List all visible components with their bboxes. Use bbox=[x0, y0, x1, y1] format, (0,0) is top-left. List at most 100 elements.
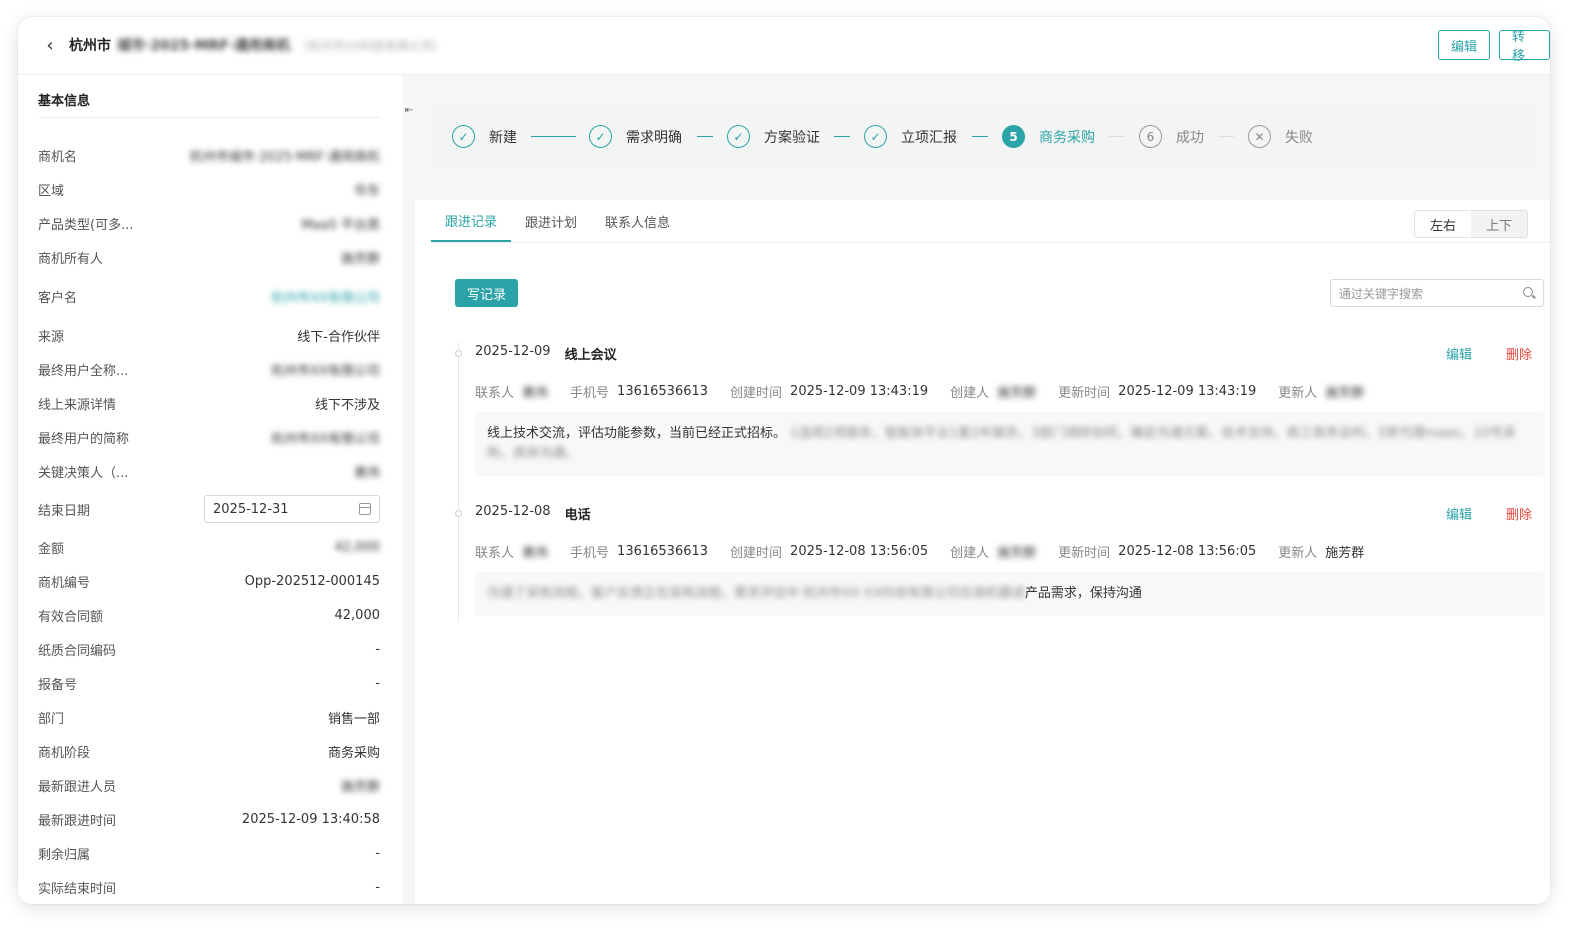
tab-contact-info[interactable]: 联系人信息 bbox=[591, 200, 684, 242]
info-row: 关键决策人（... 黄伟 bbox=[38, 459, 380, 483]
info-label: 客户名 bbox=[38, 290, 78, 306]
step-2[interactable]: ✓ 需求明确 bbox=[589, 125, 682, 148]
step-label: 新建 bbox=[489, 129, 517, 146]
step-1[interactable]: ✓ 新建 bbox=[452, 125, 517, 148]
info-value[interactable]: 杭州市XX有限公司 bbox=[271, 287, 380, 306]
info-value: - bbox=[375, 845, 380, 861]
tab-followup-records[interactable]: 跟进记录 bbox=[431, 200, 512, 242]
info-label: 关键决策人（... bbox=[38, 465, 129, 481]
followup-card: 跟进记录 跟进计划 联系人信息 左右 上下 写记录 通过关键字搜索 2025-1… bbox=[415, 200, 1550, 904]
meta-label-created: 创建时间 bbox=[730, 546, 783, 561]
meta-updater: 施芳群 bbox=[1325, 386, 1365, 401]
info-label: 商机阶段 bbox=[38, 745, 91, 761]
layout-left-right-option[interactable]: 左右 bbox=[1415, 211, 1471, 237]
info-row: 最新跟进时间 2025-12-09 13:40:58 bbox=[38, 807, 380, 831]
info-label: 商机名 bbox=[38, 149, 78, 165]
layout-top-bottom-option[interactable]: 上下 bbox=[1471, 211, 1527, 237]
info-label: 最终用户全称... bbox=[38, 363, 129, 379]
page-title: 杭州市 城市·2025·MRF·通用商机 （杭州市XX科技有限公司） bbox=[69, 34, 445, 56]
info-value: 线下不涉及 bbox=[314, 397, 380, 413]
info-row: 区域 华东 bbox=[38, 177, 380, 201]
back-arrow-icon[interactable]: ‹ bbox=[38, 33, 62, 57]
info-value: 销售一部 bbox=[327, 711, 380, 727]
step-connector bbox=[697, 136, 713, 137]
info-label: 金额 bbox=[38, 541, 65, 557]
info-value: 商务采购 bbox=[327, 745, 380, 761]
info-row: 商机所有人 施芳群 bbox=[38, 245, 380, 269]
meta-creator: 施芳群 bbox=[997, 546, 1037, 561]
info-value: 杭州市城市·2025·MRF·通用商机 bbox=[189, 149, 380, 165]
info-row: 来源 线下-合作伙伴 bbox=[38, 323, 380, 347]
tab-followup-plan[interactable]: 跟进计划 bbox=[511, 200, 591, 242]
info-value: - bbox=[375, 675, 380, 691]
tabs-border bbox=[431, 242, 1550, 243]
info-label: 结束日期 bbox=[38, 503, 91, 519]
meta-label-updater: 更新人 bbox=[1278, 386, 1318, 401]
meta-contact: 黄伟 bbox=[522, 546, 549, 561]
title-redacted: 城市·2025·MRF·通用商机 bbox=[117, 38, 291, 54]
info-label: 最新跟进时间 bbox=[38, 813, 117, 829]
meta-created: 2025-12-09 13:43:19 bbox=[790, 384, 929, 399]
meta-updated: 2025-12-09 13:43:19 bbox=[1118, 384, 1257, 399]
info-value: Opp-202512-000145 bbox=[244, 573, 380, 589]
title-subtitle-redacted: （杭州市XX科技有限公司） bbox=[296, 38, 445, 53]
step-6[interactable]: 6 成功 bbox=[1139, 125, 1204, 148]
meta-created: 2025-12-08 13:56:05 bbox=[790, 544, 929, 559]
panel-divider bbox=[403, 75, 415, 904]
info-value: - bbox=[375, 879, 380, 895]
record-edit-link[interactable]: 编辑 bbox=[1446, 504, 1472, 523]
info-value: 黄伟 bbox=[353, 465, 380, 481]
info-label: 实际结束时间 bbox=[38, 881, 117, 897]
meta-label-contact: 联系人 bbox=[475, 546, 515, 561]
info-row: 商机阶段 商务采购 bbox=[38, 739, 380, 763]
record-edit-link[interactable]: 编辑 bbox=[1446, 344, 1472, 363]
record-date: 2025-12-09 bbox=[475, 344, 551, 359]
step-5[interactable]: 5 商务采购 bbox=[1002, 125, 1095, 148]
info-row: 纸质合同编码 - bbox=[38, 637, 380, 661]
info-label: 部门 bbox=[38, 711, 65, 727]
record-content-text: 产品需求，保持沟通 bbox=[1024, 586, 1142, 601]
calendar-icon[interactable] bbox=[359, 503, 371, 515]
step-7[interactable]: ✕ 失败 bbox=[1248, 125, 1313, 148]
info-label: 区域 bbox=[38, 183, 65, 199]
meta-label-updated: 更新时间 bbox=[1058, 546, 1111, 561]
step-3[interactable]: ✓ 方案验证 bbox=[727, 125, 820, 148]
tab-bar: 跟进记录 跟进计划 联系人信息 bbox=[431, 200, 684, 242]
step-label: 方案验证 bbox=[764, 129, 820, 146]
transfer-button[interactable]: 转移 bbox=[1499, 30, 1550, 64]
search-icon[interactable] bbox=[1523, 287, 1535, 299]
info-value: 施芳群 bbox=[340, 251, 380, 267]
info-value: 42,000 bbox=[334, 539, 381, 555]
write-record-button[interactable]: 写记录 bbox=[455, 279, 518, 307]
check-icon: ✓ bbox=[727, 125, 750, 148]
info-row: 结束日期 2025-12-31 bbox=[38, 495, 380, 523]
record-content-text: 线上技术交流，评估功能参数，当前已经正式招标。 bbox=[487, 426, 787, 441]
collapse-icon[interactable]: ⇤ bbox=[403, 102, 415, 118]
step-4[interactable]: ✓ 立项汇报 bbox=[864, 125, 957, 148]
search-input[interactable]: 通过关键字搜索 bbox=[1330, 279, 1544, 307]
meta-updater: 施芳群 bbox=[1325, 546, 1365, 561]
meta-label-creator: 创建人 bbox=[950, 546, 990, 561]
meta-label-created: 创建时间 bbox=[730, 386, 783, 401]
app-window: ‹ 杭州市 城市·2025·MRF·通用商机 （杭州市XX科技有限公司） 编辑 … bbox=[18, 17, 1550, 904]
step-number: 6 bbox=[1139, 125, 1162, 148]
meta-label-phone: 手机号 bbox=[570, 386, 610, 401]
edit-button[interactable]: 编辑 bbox=[1438, 30, 1491, 60]
step-label: 商务采购 bbox=[1039, 129, 1095, 146]
info-label: 报备号 bbox=[38, 677, 78, 693]
stage-steps: ✓ 新建 ✓ 需求明确 ✓ 方案验证 ✓ 立项汇报 5 商务采购 6 成功 ✕ 失败 bbox=[431, 105, 1534, 169]
step-connector bbox=[1109, 136, 1125, 137]
info-value: 华东 bbox=[353, 183, 380, 199]
info-label: 最终用户的简称 bbox=[38, 431, 130, 447]
info-value: 杭州市XX有限公司 bbox=[271, 431, 380, 447]
meta-label-contact: 联系人 bbox=[475, 386, 515, 401]
meta-label-updated: 更新时间 bbox=[1058, 386, 1111, 401]
record-delete-link[interactable]: 删除 bbox=[1506, 344, 1532, 363]
info-row: 商机编号 Opp-202512-000145 bbox=[38, 569, 380, 593]
page-header: ‹ 杭州市 城市·2025·MRF·通用商机 （杭州市XX科技有限公司） 编辑 … bbox=[18, 17, 1550, 75]
info-row: 有效合同额 42,000 bbox=[38, 603, 380, 627]
step-connector bbox=[972, 136, 988, 137]
record-delete-link[interactable]: 删除 bbox=[1506, 504, 1532, 523]
end-date-input[interactable]: 2025-12-31 bbox=[204, 495, 380, 523]
timeline-record: 2025-12-08 电话 编辑 删除 联系人 黄伟 手机号 136165366… bbox=[455, 504, 1544, 616]
